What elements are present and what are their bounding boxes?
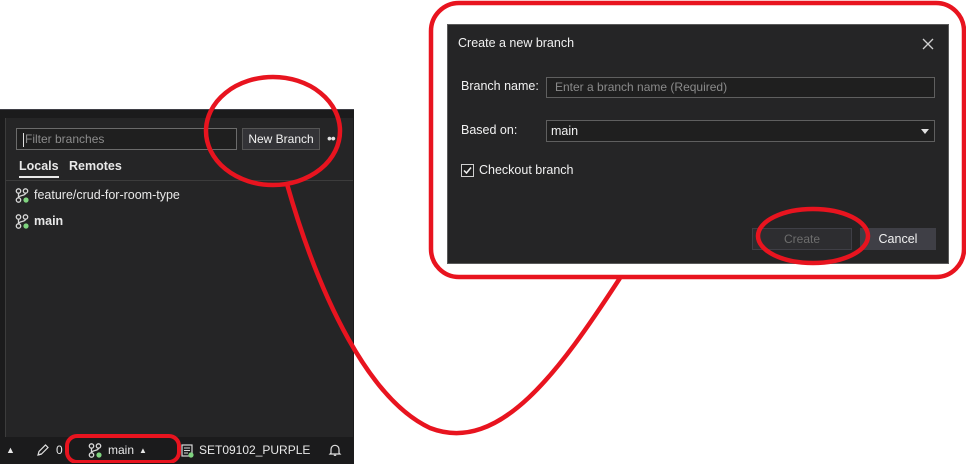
checkmark-icon [463, 167, 472, 175]
branch-name: feature/crud-for-room-type [34, 188, 180, 202]
branch-selector[interactable]: main ▲ [88, 437, 147, 463]
checkout-branch-label[interactable]: Checkout branch [479, 163, 574, 177]
dialog-title: Create a new branch [458, 36, 575, 50]
branches-pane: Filter branches New Branch •• Locals Rem… [5, 118, 353, 442]
repository-name: SET09102_PURPLE [199, 443, 311, 457]
git-branch-icon [15, 213, 29, 229]
bell-icon [328, 444, 342, 456]
pending-changes-item[interactable]: 0 [36, 437, 63, 463]
filter-branches-input[interactable]: Filter branches [16, 128, 237, 150]
more-options-icon[interactable]: •• [327, 130, 336, 146]
repository-icon [181, 443, 194, 458]
git-branch-icon [15, 187, 29, 203]
branch-item-main[interactable]: main [15, 212, 63, 230]
git-branches-panel: Filter branches New Branch •• Locals Rem… [0, 109, 354, 464]
based-on-value: main [551, 124, 579, 138]
checkout-branch-checkbox[interactable] [461, 164, 474, 177]
git-branch-icon [88, 442, 102, 458]
branch-name: main [34, 214, 64, 228]
branch-name-placeholder: Enter a branch name (Required) [555, 80, 728, 94]
cancel-button[interactable]: Cancel [860, 228, 936, 250]
new-branch-button[interactable]: New Branch [242, 128, 320, 150]
filter-placeholder: Filter branches [25, 132, 105, 146]
current-branch-label: main [108, 443, 135, 457]
notifications-button[interactable] [328, 437, 342, 463]
branch-up-arrow-icon: ▲ [139, 445, 147, 455]
pencil-icon [37, 444, 49, 456]
branch-item-feature[interactable]: feature/crud-for-room-type [15, 186, 180, 204]
branch-name-input[interactable]: Enter a branch name (Required) [546, 77, 935, 98]
status-arrow-icon[interactable]: ▲ [6, 437, 15, 463]
based-on-dropdown[interactable]: main [546, 120, 935, 142]
tab-divider [6, 180, 353, 181]
create-branch-dialog: Create a new branch Branch name: Enter a… [447, 24, 949, 264]
status-bar: ▲ 0 main ▲ SET09102_PURPLE [0, 437, 354, 463]
close-icon[interactable] [921, 37, 935, 51]
repository-selector[interactable]: SET09102_PURPLE [180, 437, 310, 463]
tab-remotes[interactable]: Remotes [69, 159, 122, 173]
based-on-label: Based on: [461, 123, 518, 137]
chevron-down-icon [921, 129, 929, 134]
tab-locals[interactable]: Locals [19, 159, 59, 178]
text-caret [23, 132, 24, 147]
create-button[interactable]: Create [752, 228, 852, 250]
branch-name-label: Branch name: [461, 79, 539, 93]
changes-count: 0 [56, 443, 63, 457]
